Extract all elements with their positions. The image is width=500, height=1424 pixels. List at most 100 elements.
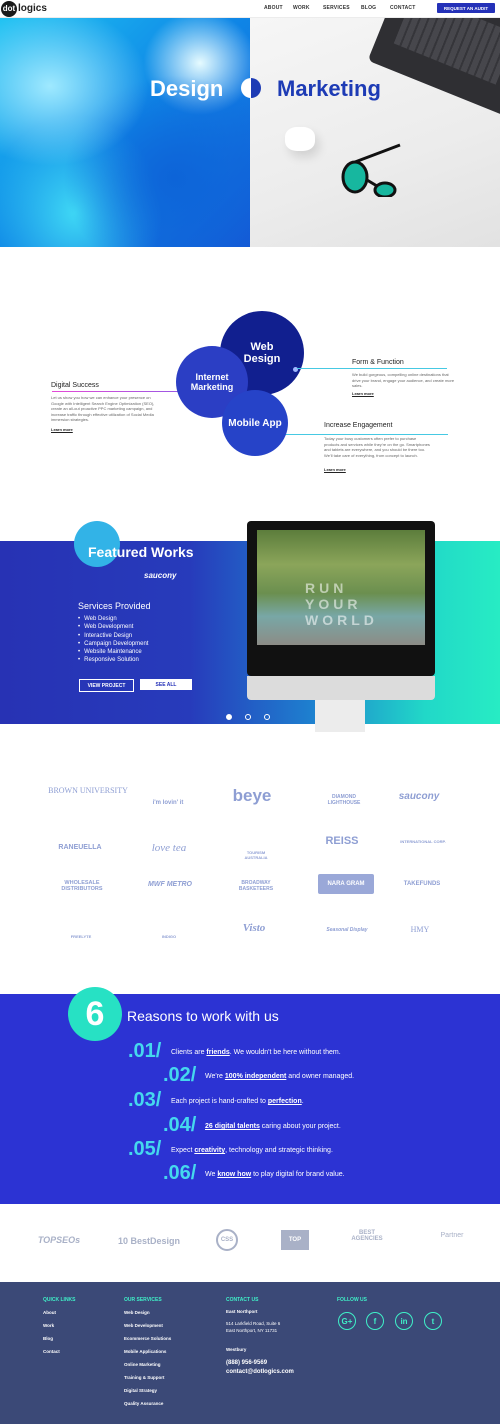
client-logo-beye: beye — [232, 786, 272, 805]
service-item: Campaign Development — [78, 640, 148, 648]
form-function-title: Form & Function — [352, 359, 404, 366]
mobile-app-label: Mobile App — [228, 417, 282, 429]
imac-stand — [315, 700, 365, 732]
client-logo-raneuella: RANEUELLA — [58, 844, 102, 851]
engagement-title: Increase Engagement — [324, 422, 393, 429]
hero-design-panel — [0, 17, 250, 247]
reasons-title: Reasons to work with us — [127, 1008, 279, 1024]
service-item: Website Maintenance — [78, 648, 148, 656]
screen-headline: RUN YOUR WORLD — [305, 580, 378, 628]
footer-address-line2: East Northport, NY 11731 — [226, 1328, 278, 1333]
client-logo-freelyte: FREELYTE — [70, 934, 92, 939]
client-logo-intl-corp: INTERNATIONAL CORP. — [400, 839, 446, 844]
nav-contact[interactable]: CONTACT — [390, 5, 415, 11]
service-item: Web Development — [78, 623, 148, 631]
client-logo-visto: Visto — [242, 922, 266, 934]
nav-work[interactable]: WORK — [293, 5, 310, 11]
footer-service-link[interactable]: Training & Support — [124, 1375, 165, 1380]
reason-text: We know how to play digital for brand va… — [205, 1171, 345, 1178]
reason-number: .05/ — [128, 1138, 162, 1160]
client-logo-wholesale: WHOLESALE DISTRIBUTORS — [61, 880, 103, 892]
footer-service-link[interactable]: Mobile Applications — [124, 1349, 166, 1354]
footer-address-line1: 514 Larkfield Road, Suite 6 — [226, 1321, 281, 1326]
form-function-text: We build gorgeous, compelling online des… — [352, 372, 455, 388]
client-logo-broadway: BROADWAY BASKETEERS — [238, 880, 274, 892]
form-function-learn-more[interactable]: Learn more — [352, 391, 374, 396]
nav-services[interactable]: SERVICES — [323, 5, 350, 11]
logo[interactable]: dot logics — [1, 0, 47, 17]
footer-service-link[interactable]: Web Development — [124, 1323, 163, 1328]
footer-link-about[interactable]: About — [43, 1310, 56, 1315]
footer-link-contact[interactable]: Contact — [43, 1349, 60, 1354]
nav-blog[interactable]: BLOG — [361, 5, 376, 11]
footer-service-link[interactable]: Online Marketing — [124, 1362, 161, 1367]
top-nav: dot logics ABOUT WORK SERVICES BLOG CONT… — [0, 0, 500, 18]
reason-text: We're 100% independent and owner managed… — [205, 1073, 355, 1080]
view-project-button[interactable]: VIEW PROJECT — [79, 679, 134, 692]
reason-text: 26 digital talents caring about your pro… — [205, 1123, 341, 1130]
footer-phone[interactable]: (888) 956-9569 — [226, 1360, 267, 1366]
service-item: Responsive Solution — [78, 656, 148, 664]
award-best-agencies: BEST AGENCIES — [351, 1230, 383, 1242]
facebook-icon[interactable]: f — [366, 1312, 384, 1330]
digital-success-learn-more[interactable]: Learn more — [51, 427, 73, 432]
reason-number: .02/ — [163, 1064, 197, 1086]
reason-text: Each project is hand-crafted to perfecti… — [171, 1098, 304, 1105]
award-10bestdesign: 10 BestDesign — [117, 1236, 181, 1246]
client-logo-saucony: saucony — [398, 791, 440, 802]
footer-service-link[interactable]: Ecommerce Solutions — [124, 1336, 171, 1341]
carousel-dot-2[interactable] — [245, 714, 251, 720]
footer-email[interactable]: contact@dotlogics.com — [226, 1369, 294, 1375]
reason-number: .03/ — [128, 1089, 162, 1111]
footer-contact-title: CONTACT US — [226, 1297, 259, 1303]
client-logo-hmy: HMY — [410, 925, 430, 934]
reason-number: .01/ — [128, 1040, 162, 1062]
form-function-line — [297, 368, 447, 369]
client-logo-seasonal: Seasonal Display — [326, 927, 368, 933]
footer-link-blog[interactable]: Blog — [43, 1336, 53, 1341]
services-provided-list: Web Design Web Development Interactive D… — [78, 615, 148, 665]
client-logo-reiss: REISS — [325, 835, 359, 847]
reason-number: .06/ — [163, 1162, 197, 1184]
logo-mark: dot — [1, 0, 17, 17]
footer-office-east-northport: East Northport — [226, 1309, 258, 1314]
footer-link-work[interactable]: Work — [43, 1323, 54, 1328]
service-item: Interactive Design — [78, 632, 148, 640]
twitter-icon[interactable]: t — [424, 1312, 442, 1330]
award-topseos: TOPSEOs — [37, 1235, 81, 1245]
carousel-dot-1[interactable] — [226, 714, 232, 720]
services-provided-title: Services Provided — [78, 601, 151, 611]
footer-service-link[interactable]: Quality Assurance — [124, 1401, 163, 1406]
google-plus-icon[interactable]: G+ — [338, 1312, 356, 1330]
engagement-learn-more[interactable]: Learn more — [324, 467, 346, 472]
client-logo-brown: BROWN UNIVERSITY — [48, 786, 128, 795]
engagement-text: Today your busy customers often prefer t… — [324, 436, 430, 458]
footer-follow-title: FOLLOW US — [337, 1297, 367, 1303]
footer-service-link[interactable]: Web Design — [124, 1310, 150, 1315]
mobile-app-circle[interactable]: Mobile App — [222, 390, 288, 456]
award-top: TOP — [281, 1230, 309, 1250]
see-all-button[interactable]: SEE ALL — [140, 679, 192, 690]
service-item: Web Design — [78, 615, 148, 623]
featured-brand-logo: saucony — [144, 571, 177, 580]
client-logo-tourism: TOURISM AUSTRALIA — [244, 850, 268, 860]
award-google-partner: Partner — [440, 1232, 464, 1239]
digital-success-title: Digital Success — [51, 382, 99, 389]
hero-divider-dot — [241, 78, 261, 98]
request-audit-button[interactable]: REQUEST AN AUDIT — [437, 3, 495, 13]
reason-text: Clients are friends. We wouldn't be here… — [171, 1049, 341, 1056]
web-design-label: Web Design — [243, 341, 281, 365]
reason-number: .04/ — [163, 1114, 197, 1136]
award-css: CSS — [216, 1229, 238, 1251]
client-logo-indigo: INDIGO — [161, 934, 177, 939]
client-logo-diamond: DIAMOND LIGHTHOUSE — [327, 794, 361, 806]
footer-office-westbury: Westbury — [226, 1347, 247, 1352]
linkedin-icon[interactable]: in — [395, 1312, 413, 1330]
client-logo-mcdonalds: i'm lovin' it — [152, 800, 184, 806]
footer-service-link[interactable]: Digital Strategy — [124, 1388, 157, 1393]
cup-image — [285, 127, 315, 151]
logo-text: logics — [18, 3, 47, 14]
reason-text: Expect creativity, technology and strate… — [171, 1147, 333, 1154]
carousel-dot-3[interactable] — [264, 714, 270, 720]
nav-about[interactable]: ABOUT — [264, 5, 283, 11]
